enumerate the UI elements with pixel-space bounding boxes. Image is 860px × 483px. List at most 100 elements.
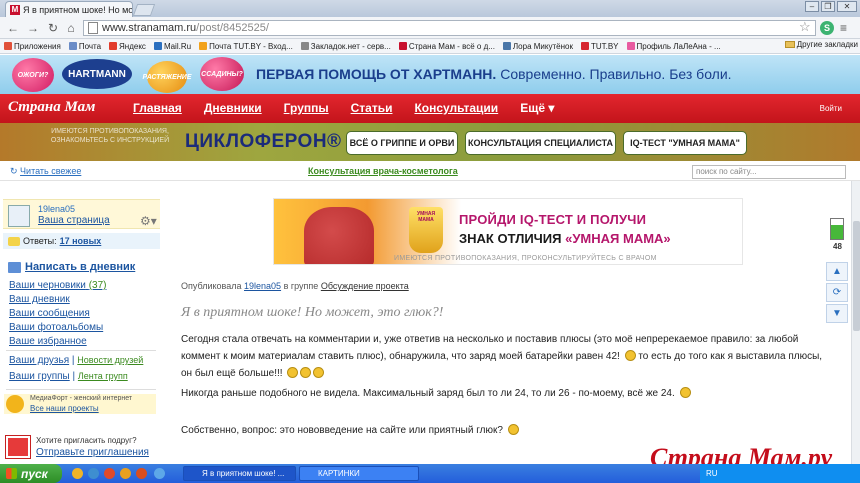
groups-link[interactable]: Ваши группы xyxy=(9,371,70,382)
menu-icon[interactable]: ≡ xyxy=(840,21,847,35)
nav-articles[interactable]: Статьи xyxy=(351,101,393,115)
p1-line-d: он был ещё больше!!! xyxy=(181,368,283,379)
iq-test-promo[interactable]: УМНАЯ МАМА ПРОЙДИ IQ-ТЕСТ И ПОЛУЧИ ЗНАК … xyxy=(273,198,743,265)
scroll-up-icon[interactable]: ▲ xyxy=(826,262,848,281)
minimize-icon[interactable]: – xyxy=(805,1,819,12)
start-button[interactable]: пуск xyxy=(0,464,62,483)
gear-icon[interactable]: ⚙▾ xyxy=(140,214,157,228)
balloon-burns: ОЖОГИ? xyxy=(12,58,54,92)
new-tab-button[interactable] xyxy=(132,4,156,16)
taskbar-item-folder[interactable]: КАРТИНКИ xyxy=(299,466,419,481)
username[interactable]: 19lena05 xyxy=(38,204,75,214)
bookmark-item[interactable]: Приложения xyxy=(0,42,65,51)
answers-new-link[interactable]: 17 новых xyxy=(60,236,102,246)
banner-title-bold: ПЕРВАЯ ПОМОЩЬ ОТ ХАРТМАНН. xyxy=(256,66,497,82)
iq-test-button[interactable]: IQ-ТЕСТ "УМНАЯ МАМА" xyxy=(623,131,747,155)
post-paragraph-3: Собственно, вопрос: это нововведение на … xyxy=(181,422,831,439)
other-bookmarks[interactable]: Другие закладки xyxy=(784,40,858,49)
friends-news-link[interactable]: Новости друзей xyxy=(77,355,143,365)
bookmark-item[interactable]: Закладок.нет - серв... xyxy=(297,42,395,51)
smile-icon xyxy=(313,367,325,378)
quicklaunch-icon[interactable] xyxy=(88,468,99,479)
bookmark-item[interactable]: Почта xyxy=(65,42,105,51)
nav-diaries[interactable]: Дневники xyxy=(204,101,262,115)
bookmark-label: Mail.Ru xyxy=(163,41,192,51)
mediafort-link[interactable]: Все наши проекты xyxy=(30,404,99,413)
extension-icon[interactable]: S xyxy=(820,21,834,35)
scroll-down-icon[interactable]: ▼ xyxy=(826,304,848,323)
windows-flag-icon xyxy=(6,468,17,479)
battery-icon xyxy=(830,218,844,240)
hartmann-banner[interactable]: ОЖОГИ? HARTMANN РАСТЯЖЕНИЕ ССАДИНЫ? ПЕРВ… xyxy=(0,55,860,94)
balloon-scrapes: ССАДИНЫ? xyxy=(200,57,244,91)
invite-link[interactable]: Отправьте приглашения xyxy=(36,447,149,458)
avatar[interactable] xyxy=(8,205,30,227)
quicklaunch-icon[interactable] xyxy=(136,468,147,479)
bookmarks-bar: Приложения Почта Яндекс Mail.Ru Почта TUT.BY… xyxy=(0,39,860,54)
banner-title: ПЕРВАЯ ПОМОЩЬ ОТ ХАРТМАНН. Современно. П… xyxy=(256,66,732,82)
bookmark-item[interactable]: Почта TUT.BY - Вход... xyxy=(195,42,297,51)
home-icon[interactable]: ⌂ xyxy=(64,21,78,35)
messages-link[interactable]: Ваши сообщения xyxy=(9,308,90,319)
forward-arrow-icon[interactable]: → xyxy=(26,21,40,35)
flu-info-button[interactable]: ВСЁ О ГРИППЕ И ОРВИ xyxy=(346,131,458,155)
close-window-icon[interactable]: ✕ xyxy=(837,1,857,12)
drafts-label: Ваши черновики xyxy=(9,280,86,291)
reload-icon[interactable]: ↻ xyxy=(46,21,60,35)
cycloferon-banner[interactable]: ИМЕЮТСЯ ПРОТИВОПОКАЗАНИЯ, ОЗНАКОМЬТЕСЬ С… xyxy=(0,123,860,161)
bookmark-item[interactable]: Лора Микутёнок xyxy=(499,42,577,51)
read-fresh-link[interactable]: ↻ Читать свежее xyxy=(10,166,81,177)
group-link[interactable]: Обсуждение проекта xyxy=(321,281,409,291)
login-link[interactable]: Войти xyxy=(820,104,842,113)
scrollbar-thumb[interactable] xyxy=(853,221,860,331)
taskbar-item-browser[interactable]: Я в приятном шоке! ... xyxy=(183,466,296,481)
invite-question: Хотите пригласить подруг? xyxy=(36,436,137,445)
my-page-link[interactable]: Ваша страница xyxy=(38,215,110,226)
drafts-count: (37) xyxy=(88,280,107,291)
site-logo[interactable]: Страна Мам xyxy=(8,99,95,116)
bookmark-item[interactable]: Профиль ЛаЛеАна - ... xyxy=(623,42,725,51)
nav-groups[interactable]: Группы xyxy=(284,101,329,115)
promo-line2: ЗНАК ОТЛИЧИЯ «УМНАЯ МАМА» xyxy=(459,231,671,246)
groups-feed-link[interactable]: Лента групп xyxy=(78,371,128,381)
back-arrow-icon[interactable]: ← xyxy=(6,21,20,35)
address-bar[interactable]: www.stranamam.ru /post/8452525/ xyxy=(83,20,816,36)
browser-tab[interactable]: M Я в приятном шоке! Но мо... ✕ xyxy=(5,1,133,17)
bookmark-star-icon[interactable]: ☆ xyxy=(799,19,811,35)
consultation-link[interactable]: Консультация врача-косметолога xyxy=(308,166,458,176)
albums-link[interactable]: Ваши фотоальбомы xyxy=(9,322,103,333)
refresh-comments-icon[interactable]: ⟳ xyxy=(826,283,848,302)
bookmark-item[interactable]: Mail.Ru xyxy=(150,42,195,51)
bookmark-item[interactable]: Страна Мам - всё о д... xyxy=(395,42,499,51)
quicklaunch-icon[interactable] xyxy=(120,468,131,479)
diary-link[interactable]: Ваш дневник xyxy=(9,294,70,305)
browser-toolbar: ← → ↻ ⌂ www.stranamam.ru /post/8452525/ … xyxy=(0,17,860,39)
author-link[interactable]: 19lena05 xyxy=(244,281,281,291)
nav-more[interactable]: Ещё ▾ xyxy=(520,101,554,115)
mediafort-title: МедиаФорт - женский интернет xyxy=(30,395,133,402)
friends-link[interactable]: Ваши друзья xyxy=(9,355,69,366)
promo-line2-a: ЗНАК ОТЛИЧИЯ xyxy=(459,231,566,246)
nav-home[interactable]: Главная xyxy=(133,101,182,115)
bookmark-icon xyxy=(68,42,77,50)
bookmark-item[interactable]: Яндекс xyxy=(105,42,150,51)
balloon-sprain: РАСТЯЖЕНИЕ xyxy=(142,61,192,93)
gift-icon xyxy=(5,435,31,459)
battery-charge: 48 xyxy=(833,242,842,251)
site-search-input[interactable]: поиск по сайту... xyxy=(692,165,846,179)
post-meta: Опубликовала 19lena05 в группе Обсуждени… xyxy=(181,281,409,291)
maximize-icon[interactable]: ❐ xyxy=(821,1,835,12)
p1-line-c: то есть до того как я выставила плюсы, xyxy=(638,351,823,362)
drafts-link[interactable]: Ваши черновики (37) xyxy=(9,280,106,291)
favorites-link[interactable]: Ваше избранное xyxy=(9,336,87,347)
quicklaunch-icon[interactable] xyxy=(104,468,115,479)
quicklaunch-icon[interactable] xyxy=(154,468,165,479)
friends-row: Ваши друзья | Новости друзей xyxy=(9,355,144,366)
vertical-scrollbar[interactable] xyxy=(851,181,860,464)
nav-consultations[interactable]: Консультации xyxy=(414,101,498,115)
write-diary-link[interactable]: Написать в дневник xyxy=(8,261,135,273)
specialist-button[interactable]: КОНСУЛЬТАЦИЯ СПЕЦИАЛИСТА xyxy=(465,131,616,155)
bookmark-item[interactable]: TUT.BY xyxy=(577,42,623,51)
promo-line1: ПРОЙДИ IQ-ТЕСТ И ПОЛУЧИ xyxy=(459,212,647,227)
quicklaunch-icon[interactable] xyxy=(72,468,83,479)
